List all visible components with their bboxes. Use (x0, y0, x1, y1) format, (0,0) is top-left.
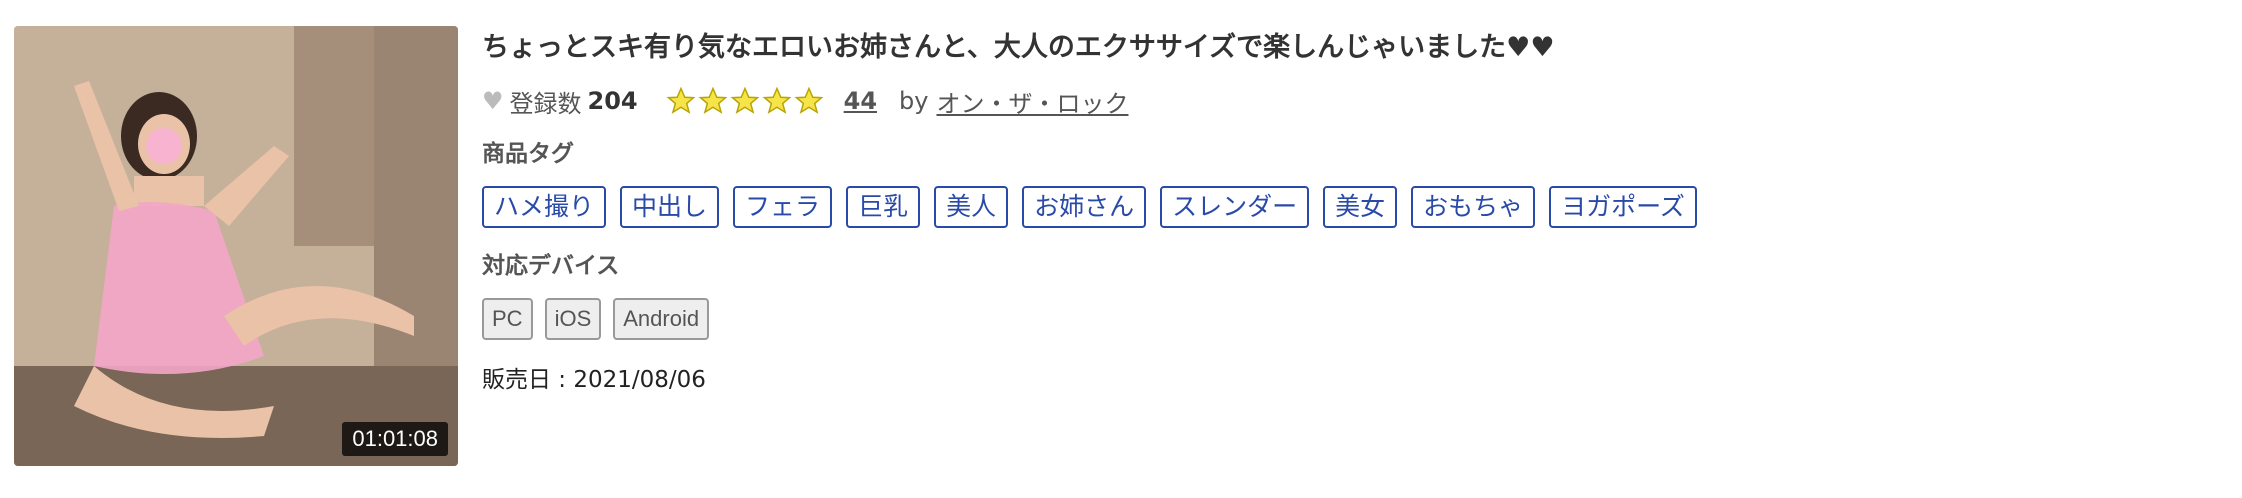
thumbnail-image (14, 26, 458, 466)
tag-item[interactable]: ハメ撮り (482, 186, 607, 228)
tag-item[interactable]: スレンダー (1160, 186, 1310, 228)
tag-item[interactable]: お姉さん (1022, 186, 1147, 228)
tag-item[interactable]: おもちゃ (1411, 186, 1536, 228)
rating-count-link[interactable]: 44 (844, 87, 877, 115)
tag-item[interactable]: 美女 (1323, 186, 1398, 228)
product-title[interactable]: ちょっとスキ有り気なエロいお姉さんと、大人のエクササイズで楽しんじゃいました♥♥ (482, 28, 2222, 68)
star-icon (666, 86, 696, 114)
product-info: ちょっとスキ有り気なエロいお姉さんと、大人のエクササイズで楽しんじゃいました♥♥… (482, 28, 2222, 394)
tag-list: ハメ撮り 中出し フェラ 巨乳 美人 お姉さん スレンダー 美女 おもちゃ ヨガ… (482, 186, 2222, 228)
device-badge: Android (613, 298, 710, 340)
favorite-count: 204 (587, 87, 638, 115)
release-date: 販売日 : 2021/08/06 (482, 367, 706, 393)
devices-heading: 対応デバイス (482, 253, 620, 279)
heart-icon[interactable]: ♥ (482, 87, 504, 115)
tag-item[interactable]: 美人 (934, 186, 1009, 228)
author-link[interactable]: オン・ザ・ロック (936, 84, 1128, 119)
device-badge: iOS (544, 298, 602, 340)
product-thumbnail[interactable]: 01:01:08 (14, 26, 458, 466)
rating-stars (666, 86, 826, 116)
tags-heading: 商品タグ (482, 141, 574, 167)
tag-item[interactable]: ヨガポーズ (1549, 186, 1697, 228)
star-icon (794, 86, 824, 114)
favorite-label: 登録数 (509, 89, 582, 118)
star-icon (730, 86, 760, 114)
device-list: PC iOS Android (482, 298, 2222, 340)
star-icon (762, 86, 792, 114)
star-icon (698, 86, 728, 114)
by-label: by (899, 87, 929, 115)
device-badge: PC (482, 298, 533, 340)
product-meta: ♥ 登録数 204 44 by オン・ザ・ロック (482, 84, 2222, 119)
video-duration: 01:01:08 (342, 422, 448, 456)
tag-item[interactable]: 中出し (620, 186, 720, 228)
tag-item[interactable]: 巨乳 (846, 186, 921, 228)
tag-item[interactable]: フェラ (733, 186, 833, 228)
